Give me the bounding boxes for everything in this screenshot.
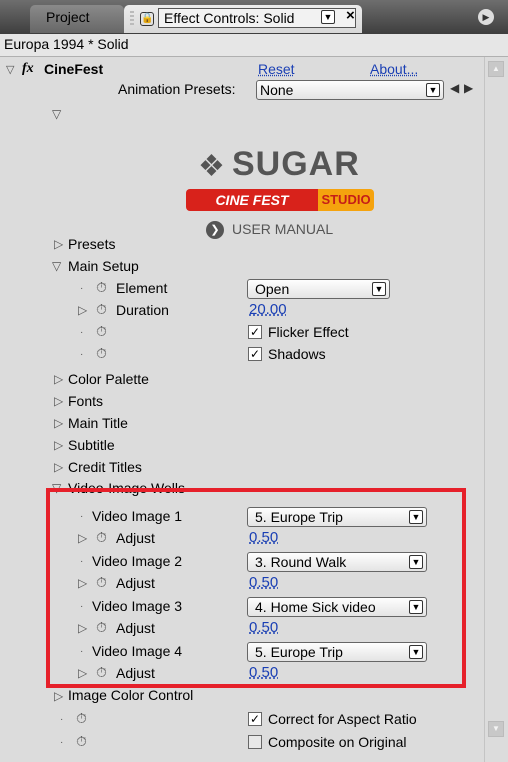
- cinefest-badge-text: CINE FEST: [186, 189, 318, 211]
- lock-icon[interactable]: 🔒: [140, 12, 154, 26]
- sugar-logo-icon: ❖: [198, 150, 225, 183]
- element-label: Element: [116, 280, 168, 296]
- chevron-down-icon[interactable]: ▼: [321, 10, 335, 24]
- twirl-open-icon[interactable]: ▽: [52, 259, 61, 273]
- image-color-control-group-row[interactable]: ▷ Image Color Control: [0, 689, 484, 707]
- twirl-open-icon[interactable]: ▽: [6, 63, 14, 76]
- twirl-open-icon[interactable]: ▽: [52, 107, 61, 121]
- flicker-row: · ⏱ ✓ Flicker Effect: [0, 322, 484, 344]
- color-palette-label: Color Palette: [68, 371, 149, 387]
- credit-titles-group-row[interactable]: ▷ Credit Titles: [0, 457, 484, 479]
- flicker-checkbox[interactable]: ✓: [248, 325, 262, 339]
- main-setup-group-row[interactable]: ▽ Main Setup: [0, 256, 484, 278]
- composite-label: Composite on Original: [268, 734, 407, 750]
- presets-group-row[interactable]: ▷ Presets: [0, 234, 484, 256]
- animation-presets-row: Animation Presets: None ▼ ◀ ▶: [0, 79, 484, 101]
- about-link[interactable]: About...: [370, 61, 418, 77]
- main-setup-label: Main Setup: [68, 258, 139, 274]
- duration-row: ▷ ⏱ Duration 20.00: [0, 300, 484, 322]
- next-preset-icon[interactable]: ▶: [464, 81, 473, 95]
- flicker-label: Flicker Effect: [268, 324, 349, 340]
- custom-ui-twirl-row: ▽: [0, 103, 484, 125]
- composite-row: · ⏱ Composite on Original: [0, 732, 484, 754]
- twirl-closed-icon[interactable]: ▷: [54, 372, 63, 386]
- fonts-group-row[interactable]: ▷ Fonts: [0, 391, 484, 413]
- previous-preset-icon[interactable]: ◀: [450, 81, 459, 95]
- stopwatch-icon[interactable]: ⏱: [96, 345, 107, 362]
- panel-tab-bar: Project 🔒 Effect Controls: Solid ▼ × ▶: [0, 0, 508, 35]
- tab-project-label: Project: [46, 9, 90, 25]
- twirl-closed-icon[interactable]: ▷: [54, 237, 63, 251]
- stopwatch-icon[interactable]: ⏱: [76, 733, 87, 750]
- panel-menu-icon[interactable]: ▶: [478, 9, 494, 25]
- stopwatch-icon[interactable]: ⏱: [96, 323, 107, 340]
- row-dot-icon: ·: [80, 283, 84, 294]
- main-title-group-row[interactable]: ▷ Main Title: [0, 413, 484, 435]
- effect-controls-layer-selector[interactable]: Effect Controls: Solid ▼: [158, 8, 356, 28]
- duration-value[interactable]: 20.00: [249, 301, 287, 318]
- studio-badge-text: STUDIO: [318, 189, 374, 211]
- aspect-ratio-row: · ⏱ ✓ Correct for Aspect Ratio: [0, 709, 484, 731]
- effect-name: CineFest: [44, 61, 104, 77]
- element-dropdown[interactable]: Open ▼: [247, 279, 390, 299]
- animation-presets-dropdown[interactable]: None ▼: [256, 80, 444, 100]
- stopwatch-icon[interactable]: ⏱: [96, 301, 107, 318]
- cinefest-badge: CINE FEST STUDIO: [186, 189, 374, 211]
- twirl-closed-icon[interactable]: ▷: [54, 416, 63, 430]
- effect-controls-panel: Project 🔒 Effect Controls: Solid ▼ × ▶ E…: [0, 0, 508, 762]
- fx-icon[interactable]: fx: [22, 61, 34, 77]
- twirl-closed-icon[interactable]: ▷: [54, 689, 63, 703]
- row-dot-icon: ·: [60, 737, 64, 748]
- shadows-label: Shadows: [268, 346, 326, 362]
- element-value: Open: [255, 281, 290, 297]
- credit-titles-label: Credit Titles: [68, 459, 142, 475]
- chevron-down-icon: ▼: [372, 282, 386, 296]
- subtitle-label: Subtitle: [68, 437, 115, 453]
- sugar-logo-text: SUGAR: [232, 145, 360, 183]
- fonts-label: Fonts: [68, 393, 104, 409]
- chevron-down-icon: ▼: [426, 83, 440, 97]
- twirl-closed-icon[interactable]: ▷: [78, 303, 87, 317]
- main-title-label: Main Title: [68, 415, 128, 431]
- element-row: · ⏱ Element Open ▼: [0, 278, 484, 300]
- tab-project[interactable]: Project: [30, 5, 124, 33]
- composite-checkbox[interactable]: [248, 735, 262, 749]
- twirl-closed-icon[interactable]: ▷: [54, 460, 63, 474]
- stopwatch-icon[interactable]: ⏱: [96, 279, 107, 296]
- stopwatch-icon[interactable]: ⏱: [76, 710, 87, 727]
- row-dot-icon: ·: [60, 714, 64, 725]
- twirl-closed-icon[interactable]: ▷: [54, 438, 63, 452]
- composition-title: Europa 1994 * Solid: [4, 36, 129, 52]
- scroll-down-icon[interactable]: ▼: [488, 721, 504, 737]
- tab-effect-controls[interactable]: 🔒 Effect Controls: Solid ▼ ×: [124, 5, 362, 33]
- presets-label: Presets: [68, 236, 116, 252]
- composition-title-bar: Europa 1994 * Solid: [0, 34, 508, 57]
- row-dot-icon: ·: [80, 327, 84, 338]
- duration-label: Duration: [116, 302, 169, 318]
- animation-presets-label: Animation Presets:: [118, 81, 236, 97]
- tab-grip-icon[interactable]: [130, 11, 134, 25]
- highlight-annotation-box: [46, 488, 466, 688]
- aspect-ratio-label: Correct for Aspect Ratio: [268, 711, 417, 727]
- animation-presets-value: None: [260, 82, 294, 98]
- close-icon[interactable]: ×: [346, 7, 355, 24]
- image-color-control-label: Image Color Control: [68, 689, 194, 703]
- shadows-row: · ⏱ ✓ Shadows: [0, 344, 484, 366]
- panel-menu-button[interactable]: ▶: [456, 8, 496, 28]
- row-dot-icon: ·: [80, 349, 84, 360]
- scroll-up-icon[interactable]: ▲: [488, 61, 504, 77]
- color-palette-group-row[interactable]: ▷ Color Palette: [0, 369, 484, 391]
- tab-effect-controls-label: Effect Controls: Solid: [164, 10, 295, 26]
- shadows-checkbox[interactable]: ✓: [248, 347, 262, 361]
- vertical-scrollbar[interactable]: ▲ ▼: [484, 57, 508, 762]
- twirl-closed-icon[interactable]: ▷: [54, 394, 63, 408]
- subtitle-group-row[interactable]: ▷ Subtitle: [0, 435, 484, 457]
- aspect-ratio-checkbox[interactable]: ✓: [248, 712, 262, 726]
- reset-link[interactable]: Reset: [258, 61, 295, 77]
